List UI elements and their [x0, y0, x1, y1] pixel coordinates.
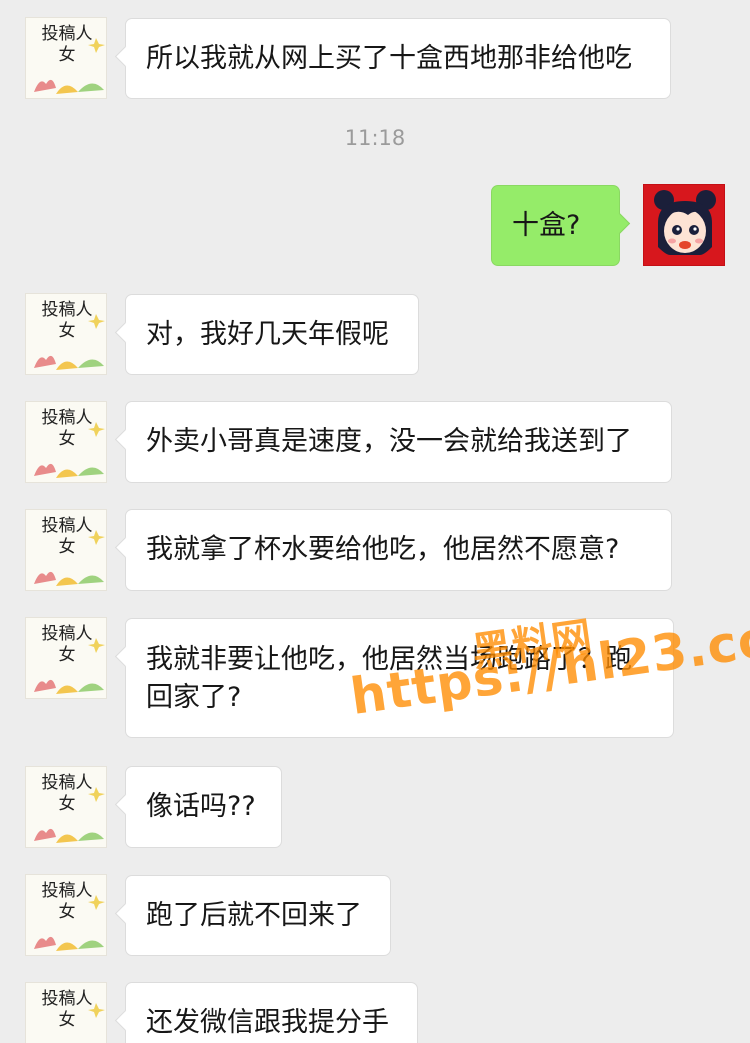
- incoming-message-bubble[interactable]: 所以我就从网上买了十盒西地那非给他吃: [125, 18, 671, 99]
- contact-avatar[interactable]: 投稿人 女: [25, 982, 107, 1043]
- contact-avatar[interactable]: 投稿人 女: [25, 617, 107, 699]
- contact-avatar[interactable]: 投稿人 女: [25, 874, 107, 956]
- contact-avatar[interactable]: 投稿人 女: [25, 401, 107, 483]
- message-text: 我就拿了杯水要给他吃，他居然不愿意?: [146, 534, 620, 565]
- chat-window: 投稿人 女 所以我就从网上买了十盒西地那非给他吃 11:18 十盒? 投稿人 女…: [0, 0, 750, 1043]
- contact-avatar[interactable]: 投稿人 女: [25, 293, 107, 375]
- incoming-message-bubble[interactable]: 像话吗??: [125, 766, 282, 848]
- message-text: 还发微信跟我提分手: [146, 1007, 389, 1038]
- incoming-message-bubble[interactable]: 对，我好几天年假呢: [125, 294, 419, 375]
- message-text: 十盒?: [512, 210, 581, 241]
- avatar-caption: 投稿人 女: [41, 408, 93, 449]
- message-timestamp: 11:18: [344, 126, 406, 150]
- message-text: 外卖小哥真是速度，没一会就给我送到了: [146, 426, 632, 457]
- contact-avatar[interactable]: 投稿人 女: [25, 509, 107, 591]
- contact-avatar[interactable]: 投稿人 女: [25, 17, 107, 99]
- outgoing-message-bubble[interactable]: 十盒?: [491, 185, 620, 266]
- incoming-message-bubble[interactable]: 我就拿了杯水要给他吃，他居然不愿意?: [125, 509, 672, 591]
- message-text: 我就非要让他吃，他居然当场跑路了？跑回家了?: [146, 644, 632, 713]
- message-text: 像话吗??: [146, 791, 256, 822]
- avatar-caption: 投稿人 女: [41, 24, 93, 65]
- avatar-caption: 投稿人 女: [41, 516, 93, 557]
- incoming-message-bubble[interactable]: 跑了后就不回来了: [125, 875, 391, 956]
- self-avatar[interactable]: [643, 184, 725, 266]
- incoming-message-bubble[interactable]: 还发微信跟我提分手: [125, 982, 418, 1043]
- message-text: 跑了后就不回来了: [146, 900, 362, 931]
- cartoon-girl-icon: [654, 190, 716, 255]
- avatar-caption: 投稿人 女: [41, 881, 93, 922]
- avatar-caption: 投稿人 女: [41, 773, 93, 814]
- avatar-caption: 投稿人 女: [41, 989, 93, 1030]
- contact-avatar[interactable]: 投稿人 女: [25, 766, 107, 848]
- message-text: 对，我好几天年假呢: [146, 319, 389, 350]
- incoming-message-bubble[interactable]: 外卖小哥真是速度，没一会就给我送到了: [125, 401, 672, 483]
- message-text: 所以我就从网上买了十盒西地那非给他吃: [146, 43, 632, 74]
- avatar-caption: 投稿人 女: [41, 300, 93, 341]
- avatar-caption: 投稿人 女: [41, 624, 93, 665]
- incoming-message-bubble[interactable]: 我就非要让他吃，他居然当场跑路了？跑回家了?: [125, 618, 674, 738]
